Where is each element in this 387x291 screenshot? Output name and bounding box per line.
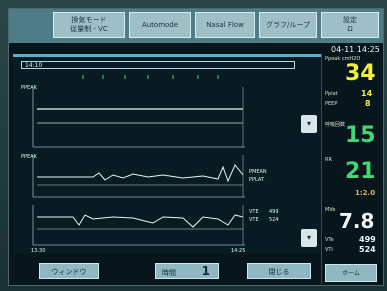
nasal-flow-button[interactable]: Nasal Flow (195, 12, 255, 38)
mv-label: MVe (325, 207, 336, 213)
plot3-value-2: 524 (269, 217, 279, 223)
ppeak-value: 34 (345, 61, 376, 86)
trend-panel: 14:10 PPEAK PPEAK PMEAN PPLAT VTE VTE 49… (13, 54, 321, 254)
peep-value: 8 (365, 99, 371, 108)
plot3-value-1: 499 (269, 209, 279, 215)
chevron-down-icon: ▾ (306, 233, 311, 242)
mode-line2: 従量制 - VC (70, 25, 108, 33)
scroll-down-button[interactable]: ▾ (301, 229, 317, 247)
ventilation-mode-button[interactable]: 換気モード 従量制 - VC (53, 12, 125, 38)
menu-line2: Ω (347, 25, 353, 33)
menu-line1: 設定 (343, 16, 357, 24)
resp-label: 呼吸回数 (325, 122, 346, 128)
automode-label: Automode (141, 20, 179, 29)
graph-label: グラフ/ループ (266, 20, 310, 29)
home-button-label: ホーム (342, 270, 360, 277)
graph-button[interactable]: グラフ/ループ (259, 12, 317, 38)
zoom-value: 1 (201, 264, 210, 278)
time-zoom-control[interactable]: 時間 1 (155, 263, 219, 279)
plot3-right-label-1: VTE (249, 209, 259, 215)
pplat-label: Pplat (325, 91, 338, 97)
time-start: 13:30 (31, 248, 46, 254)
ventilator-screen: 換気モード 従量制 - VC Automode Nasal Flow グラフ/ル… (8, 8, 384, 286)
plot-3 (32, 205, 245, 246)
window-button[interactable]: ウィンドウ (39, 263, 99, 279)
divider (321, 54, 322, 284)
event-markers (82, 75, 219, 79)
vti-label: VTi (325, 247, 333, 253)
scroll-up-button[interactable]: ▾ (301, 115, 317, 133)
window-button-label: ウィンドウ (51, 268, 87, 276)
trend-plots (32, 75, 245, 246)
mode-line1: 換気モード (71, 16, 107, 24)
plot3-right-label-2: VTE (249, 217, 259, 223)
plot2-right-label-1: PMEAN (249, 169, 267, 175)
settings-button[interactable]: 設定 Ω (321, 12, 379, 38)
close-button-label: 閉じる (268, 268, 290, 276)
mv-value: 7.8 (339, 209, 375, 233)
ie-ratio: 1:2.0 (355, 189, 376, 197)
home-button[interactable]: ホーム (325, 264, 377, 282)
vti-value: 524 (359, 245, 376, 254)
top-bar: 換気モード 従量制 - VC Automode Nasal Flow グラフ/ル… (9, 9, 383, 43)
rr-value: 21 (345, 159, 376, 184)
automode-button[interactable]: Automode (129, 12, 191, 38)
peep-label: PEEP (325, 101, 338, 107)
plot-2 (32, 155, 245, 198)
resp-value: 15 (345, 123, 376, 148)
rr-label: RR (325, 157, 332, 163)
plot1-label: PPEAK (21, 85, 37, 91)
plot-1 (32, 87, 245, 148)
close-button[interactable]: 閉じる (247, 263, 311, 279)
chevron-down-icon: ▾ (306, 119, 311, 128)
time-end: 14:25 (231, 248, 246, 254)
nasal-flow-label: Nasal Flow (206, 20, 244, 29)
vte-label: VTe (325, 237, 334, 243)
pplat-value: 14 (361, 89, 373, 98)
vte-value: 499 (359, 235, 376, 244)
plot3-trace (37, 214, 244, 228)
zoom-label: 時間 (162, 269, 176, 277)
date-time: 04-11 14:25 (331, 45, 380, 54)
plot2-right-label-2: PPLAT (249, 177, 265, 183)
plot2-label: PPEAK (21, 154, 37, 160)
plot2-trace (37, 164, 244, 183)
